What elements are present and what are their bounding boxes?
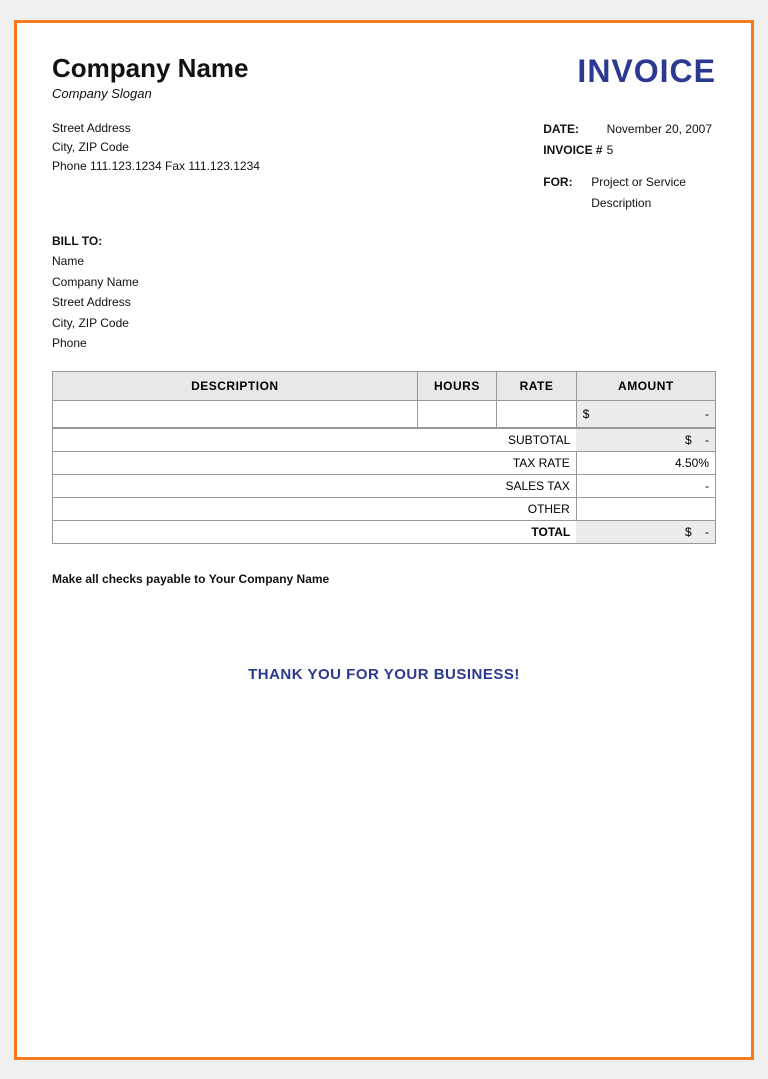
subtotal-label: SUBTOTAL — [53, 429, 577, 452]
sender-address: Street Address City, ZIP Code Phone 111.… — [52, 119, 260, 215]
col-header-description: DESCRIPTION — [53, 372, 418, 401]
row-amount: $ - — [576, 401, 715, 428]
for-block: FOR: Project or Service Description — [543, 172, 716, 215]
col-header-amount: AMOUNT — [576, 372, 715, 401]
footer-note: Make all checks payable to Your Company … — [52, 572, 716, 586]
sales-tax-label: SALES TAX — [53, 475, 577, 498]
subtotal-amount: - — [705, 433, 709, 447]
bill-to-phone: Phone — [52, 333, 716, 353]
sales-tax-value: - — [576, 475, 715, 498]
other-value — [576, 498, 715, 521]
subtotals-table: SUBTOTAL $ - TAX RATE 4.50% SALES TAX - … — [52, 428, 716, 544]
invoice-page: Company Name Company Slogan INVOICE Stre… — [14, 20, 754, 1060]
row-hours — [417, 401, 497, 428]
sender-street: Street Address — [52, 119, 260, 138]
amount-value: - — [705, 407, 709, 421]
address-date-row: Street Address City, ZIP Code Phone 111.… — [52, 119, 716, 215]
total-label: TOTAL — [53, 521, 577, 544]
row-rate — [497, 401, 577, 428]
date-info-block: DATE: November 20, 2007 INVOICE # 5 FOR:… — [543, 119, 716, 215]
bill-to-company: Company Name — [52, 272, 716, 292]
footer-note-prefix: Make all checks payable to — [52, 572, 205, 586]
thank-you-message: THANK YOU FOR YOUR BUSINESS! — [52, 666, 716, 683]
header-section: Company Name Company Slogan INVOICE — [52, 53, 716, 101]
table-header-row: DESCRIPTION HOURS RATE AMOUNT — [53, 372, 716, 401]
date-table: DATE: November 20, 2007 INVOICE # 5 — [543, 119, 716, 162]
tax-rate-value: 4.50% — [576, 452, 715, 475]
subtotal-row: SUBTOTAL $ - — [53, 429, 716, 452]
company-name: Company Name — [52, 53, 249, 84]
invoice-title: INVOICE — [577, 53, 716, 90]
for-label: FOR: — [543, 172, 583, 215]
date-value: November 20, 2007 — [607, 119, 716, 141]
bill-to-city-zip: City, ZIP Code — [52, 313, 716, 333]
bill-to-name: Name — [52, 251, 716, 271]
sales-tax-row: SALES TAX - — [53, 475, 716, 498]
total-row: TOTAL $ - — [53, 521, 716, 544]
company-info: Company Name Company Slogan — [52, 53, 249, 101]
company-slogan: Company Slogan — [52, 86, 249, 101]
sender-phone-fax: Phone 111.123.1234 Fax 111.123.1234 — [52, 157, 260, 176]
total-amount: - — [705, 525, 709, 539]
amount-symbol: $ — [583, 407, 590, 421]
bill-to-label: BILL TO: — [52, 231, 716, 251]
sender-city-zip: City, ZIP Code — [52, 138, 260, 157]
subtotal-symbol: $ — [685, 433, 692, 447]
for-description: Project or Service Description — [591, 172, 686, 215]
col-header-hours: HOURS — [417, 372, 497, 401]
footer-note-bold: Your Company Name — [205, 572, 329, 586]
invoice-num-label: INVOICE # — [543, 140, 606, 162]
total-symbol: $ — [685, 525, 692, 539]
invoice-num-value: 5 — [607, 140, 716, 162]
col-header-rate: RATE — [497, 372, 577, 401]
invoice-table: DESCRIPTION HOURS RATE AMOUNT $ - — [52, 371, 716, 428]
other-row: OTHER — [53, 498, 716, 521]
total-value: $ - — [576, 521, 715, 544]
bill-to-section: BILL TO: Name Company Name Street Addres… — [52, 231, 716, 353]
date-label: DATE: — [543, 119, 606, 141]
other-label: OTHER — [53, 498, 577, 521]
row-description — [53, 401, 418, 428]
bill-to-street: Street Address — [52, 292, 716, 312]
table-row: $ - — [53, 401, 716, 428]
tax-rate-row: TAX RATE 4.50% — [53, 452, 716, 475]
subtotal-value: $ - — [576, 429, 715, 452]
for-desc-line2: Description — [591, 193, 686, 215]
for-desc-line1: Project or Service — [591, 172, 686, 194]
tax-rate-label: TAX RATE — [53, 452, 577, 475]
